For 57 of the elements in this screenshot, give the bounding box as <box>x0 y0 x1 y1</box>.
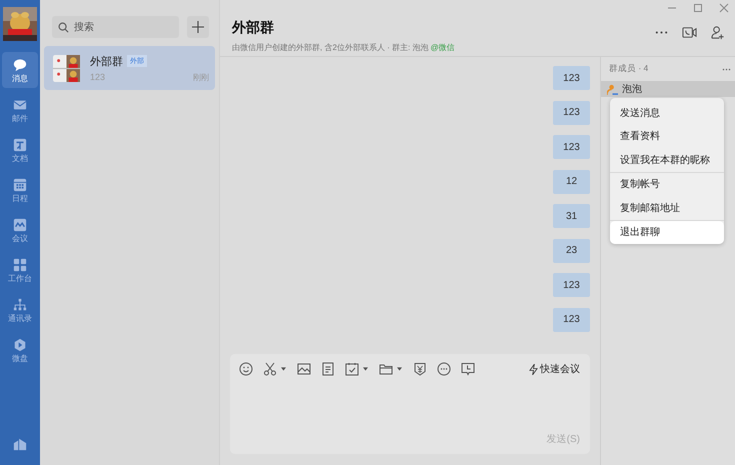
quick-meeting-button[interactable]: 快速会议 <box>529 362 580 376</box>
members-heading: 群成员 · 4 <box>609 63 648 75</box>
search-icon <box>58 22 69 32</box>
menu-item[interactable]: 退出群聊 <box>610 220 724 244</box>
member-row[interactable]: 泡泡 <box>601 81 735 97</box>
clock-message-icon[interactable] <box>461 362 475 376</box>
chat-bubble-icon <box>13 58 27 72</box>
caret-icon[interactable] <box>397 367 402 371</box>
yen-shield-icon[interactable] <box>413 362 427 376</box>
message-bubble: 123 <box>553 273 590 297</box>
menu-item[interactable]: 复制帐号 <box>610 172 724 196</box>
message-bubble: 123 <box>553 66 590 90</box>
menu-item[interactable]: 设置我在本群的昵称 <box>610 148 724 172</box>
source-label: @微信 <box>430 43 455 52</box>
checkbox-icon[interactable] <box>345 362 359 376</box>
message-bubble: 31 <box>553 204 590 228</box>
message-composer[interactable]: 快速会议 发送(S) <box>230 354 590 454</box>
message-bubble: 23 <box>553 238 590 262</box>
envelope-icon <box>13 98 27 112</box>
add-button[interactable] <box>187 16 209 38</box>
caret-icon[interactable] <box>363 367 368 371</box>
message-preview: 123 <box>90 72 106 82</box>
close-icon[interactable] <box>719 3 729 13</box>
caret-icon[interactable] <box>281 367 286 371</box>
more-circle-icon[interactable] <box>437 362 451 376</box>
more-icon[interactable] <box>722 68 731 70</box>
grid-icon <box>13 258 27 272</box>
image-icon[interactable] <box>297 362 311 376</box>
video-call-icon[interactable] <box>682 25 697 40</box>
message-bubble: 12 <box>553 170 590 194</box>
calendar-icon <box>13 178 27 192</box>
message-bubble: 123 <box>553 100 590 124</box>
building-icon[interactable] <box>13 437 27 451</box>
maximize-icon[interactable] <box>693 3 703 13</box>
hexagon-play-icon <box>13 338 27 352</box>
person-icon <box>607 84 618 94</box>
document-icon[interactable] <box>321 362 335 376</box>
conversation-name: 外部群 <box>90 54 123 68</box>
timestamp: 刚刚 <box>193 72 209 82</box>
lightning-icon <box>529 364 538 374</box>
nav-item[interactable]: 消息 <box>2 52 38 88</box>
message-bubble: 123 <box>553 308 590 332</box>
smiley-icon[interactable] <box>239 362 253 376</box>
chat-subtitle: 由微信用户创建的外部群, 含2位外部联系人 · 群主: 泡泡 <box>232 43 428 52</box>
chat-title: 外部群 <box>232 19 275 37</box>
menu-item[interactable]: 发送消息 <box>610 101 724 124</box>
menu-item[interactable]: 复制邮箱地址 <box>610 196 724 220</box>
scissors-icon[interactable] <box>263 362 277 376</box>
add-person-icon[interactable] <box>710 25 725 40</box>
search-field[interactable]: 搜索 <box>52 16 179 38</box>
plus-icon <box>192 21 204 33</box>
menu-item[interactable]: 查看资料 <box>610 124 724 148</box>
org-chart-icon <box>13 298 27 312</box>
message-bubble: 123 <box>553 135 590 159</box>
document-icon <box>13 138 27 152</box>
folder-icon[interactable] <box>379 362 393 376</box>
mountain-icon <box>13 218 27 232</box>
